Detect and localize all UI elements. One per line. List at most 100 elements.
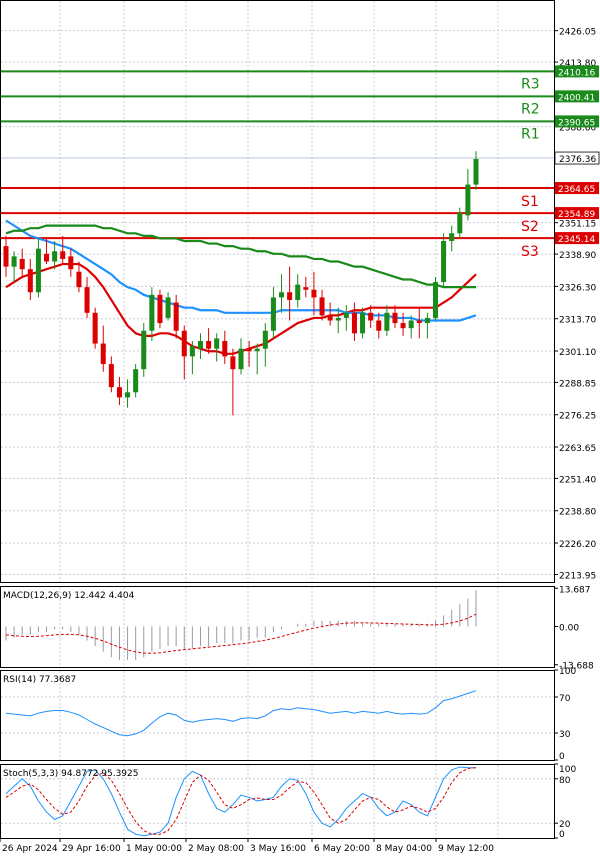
candle-body <box>133 369 139 393</box>
level-name-s1: S1 <box>521 194 539 210</box>
candle-body <box>335 317 341 321</box>
candle-body <box>11 256 17 267</box>
candle-body <box>392 312 398 324</box>
candle-body <box>60 251 66 259</box>
candle-body <box>465 184 471 216</box>
candle-body <box>400 323 406 329</box>
panel-frame-main <box>0 0 555 583</box>
level-name-r3: R3 <box>521 76 540 92</box>
y-tick-label: 2276.25 <box>559 412 596 422</box>
candle-body <box>27 269 33 293</box>
macd-tick-label: 13.687 <box>559 585 591 595</box>
x-tick-label: 9 May 12:00 <box>438 844 494 854</box>
x-tick-label: 2 May 08:00 <box>188 844 244 854</box>
candle-body <box>311 289 317 298</box>
candle-body <box>287 292 293 300</box>
candle-body <box>432 282 438 318</box>
candle-body <box>270 297 276 331</box>
candle-body <box>116 387 122 398</box>
level-value-r2: 2400.41 <box>558 93 595 103</box>
candle-body <box>408 320 414 329</box>
level-value-s3: 2345.14 <box>558 235 595 245</box>
level-value-s1: 2364.65 <box>558 185 595 195</box>
x-tick-label: 1 May 00:00 <box>126 844 182 854</box>
candle-body <box>3 246 9 267</box>
macd-label: MACD(12,26,9) 12.442 4.404 <box>3 591 135 601</box>
candle-body <box>238 348 244 370</box>
candle-body <box>295 284 301 300</box>
candle-body <box>76 271 82 288</box>
level-value-s2: 2354.89 <box>558 210 595 220</box>
y-tick-label: 2213.95 <box>559 571 596 581</box>
x-tick-label: 3 May 16:00 <box>250 844 306 854</box>
level-value-r3: 2410.16 <box>558 68 595 78</box>
candle-body <box>262 330 268 349</box>
candle-body <box>92 312 98 344</box>
candle-body <box>303 287 309 290</box>
level-name-s3: S3 <box>521 244 539 260</box>
stoch-tick-label: 0 <box>559 830 565 840</box>
candle-body <box>343 312 349 318</box>
y-tick-label: 2313.70 <box>559 316 596 326</box>
chart-stage: 2426.05 2413.80 2388.60 2351.15 2338.90 2326.… <box>0 0 600 857</box>
y-tick-label: 2326.30 <box>559 283 596 293</box>
candle-body <box>360 312 366 334</box>
y-tick-label: 2301.10 <box>559 348 596 358</box>
candle-body <box>84 287 90 313</box>
candle-body <box>141 330 147 370</box>
stoch-tick-label: 80 <box>559 776 571 786</box>
candle-body <box>376 320 382 331</box>
y-tick-label: 2288.85 <box>559 379 596 389</box>
candle-body <box>416 320 422 324</box>
candle-body <box>44 253 50 262</box>
y-tick-label: 2238.80 <box>559 508 596 518</box>
rsi-label: RSI(14) 77.3687 <box>3 675 76 685</box>
macd-tick-label: 0.00 <box>559 624 579 634</box>
stoch-tick-label: 20 <box>559 820 571 830</box>
y-tick-label: 2226.20 <box>559 540 596 550</box>
y-tick-label: 2426.05 <box>559 28 596 38</box>
candle-body <box>100 343 106 365</box>
level-name-r1: R1 <box>521 126 540 142</box>
candle-body <box>149 294 155 331</box>
x-tick-label: 6 May 20:00 <box>314 844 370 854</box>
rsi-tick-label: 100 <box>559 667 576 677</box>
candle-body <box>197 340 203 349</box>
candle-body <box>457 212 463 234</box>
level-value-r1: 2390.65 <box>558 118 595 128</box>
panel-frame-rsi <box>0 670 555 761</box>
candle-body <box>424 317 430 324</box>
candle-body <box>173 302 179 331</box>
candle-body <box>327 315 333 321</box>
level-name-s2: S2 <box>521 219 539 235</box>
rsi-tick-label: 0 <box>559 752 565 762</box>
current-price-label: 2376.36 <box>559 155 596 165</box>
rsi-tick-label: 30 <box>559 730 571 740</box>
candle-body <box>108 364 114 388</box>
candle-body <box>319 297 325 316</box>
level-name-r2: R2 <box>521 101 540 117</box>
candle-body <box>351 312 357 334</box>
y-tick-label: 2338.90 <box>559 251 596 261</box>
candle-body <box>368 312 374 321</box>
candle-body <box>181 330 187 357</box>
x-tick-label: 8 May 04:00 <box>376 844 432 854</box>
candle-body <box>125 392 131 398</box>
candle-body <box>279 292 285 298</box>
candle-body <box>19 258 25 270</box>
x-tick-label: 29 Apr 16:00 <box>62 844 121 854</box>
candle-body <box>68 256 74 270</box>
candle-body <box>441 241 447 283</box>
candlestick-chart: 2426.052413.802388.602351.152338.902326.… <box>0 0 600 854</box>
candle-body <box>449 233 455 242</box>
candle-body <box>189 346 195 357</box>
candle-body <box>206 340 212 349</box>
candle-body <box>230 356 236 370</box>
candle-body <box>384 312 390 331</box>
candle-body <box>222 340 228 357</box>
stoch-label: Stoch(5,3,3) 94.8772 95.3925 <box>3 769 138 779</box>
candle-body <box>35 248 41 293</box>
candle-body <box>473 158 479 185</box>
y-tick-label: 2263.65 <box>559 444 596 454</box>
candle-body <box>254 348 260 352</box>
